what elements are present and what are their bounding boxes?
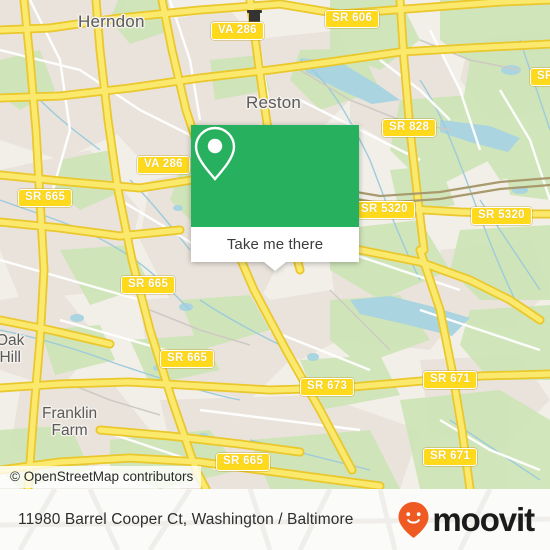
location-pin-icon bbox=[194, 126, 236, 181]
moovit-logo[interactable]: moovit bbox=[397, 501, 535, 539]
route-shield-sr-828[interactable]: SR 828 bbox=[382, 119, 437, 137]
footer-bar: 11980 Barrel Cooper Ct, Washington / Bal… bbox=[0, 489, 550, 550]
route-shield-sr-665-bottom[interactable]: SR 665 bbox=[216, 453, 271, 471]
route-shield-sr-665-center[interactable]: SR 665 bbox=[121, 276, 176, 294]
route-shield-sr-665-left[interactable]: SR 665 bbox=[18, 189, 73, 207]
route-shield-sr-671-lower[interactable]: SR 671 bbox=[423, 448, 478, 466]
route-shield-sr-671-upper[interactable]: SR 671 bbox=[423, 371, 478, 389]
take-me-there-label: Take me there bbox=[226, 236, 324, 253]
route-shield-sr-5320-left[interactable]: SR 5320 bbox=[354, 201, 415, 219]
route-shield-sr-606[interactable]: SR 606 bbox=[325, 10, 380, 28]
route-shield-sr-5320-right[interactable]: SR 5320 bbox=[471, 207, 532, 225]
location-callout-card[interactable]: Take me there bbox=[191, 125, 359, 271]
moovit-wordmark: moovit bbox=[432, 501, 535, 538]
footer-address-text: 11980 Barrel Cooper Ct, Washington / Bal… bbox=[18, 510, 354, 528]
map-canvas[interactable]: Herndon Reston Oak Hill Franklin Farm VA… bbox=[0, 0, 550, 489]
take-me-there-button[interactable]: Take me there bbox=[191, 227, 359, 262]
route-shield-va-286-top[interactable]: VA 286 bbox=[211, 22, 264, 40]
route-shield-sr-665-lower-left[interactable]: SR 665 bbox=[160, 350, 215, 368]
map-screenshot: Herndon Reston Oak Hill Franklin Farm VA… bbox=[0, 0, 550, 550]
route-shield-sr-right-edge[interactable]: SR bbox=[530, 68, 550, 86]
route-shield-sr-673[interactable]: SR 673 bbox=[300, 378, 355, 396]
route-shield-va-286-mid[interactable]: VA 286 bbox=[137, 156, 190, 174]
callout-icon-area bbox=[191, 125, 359, 227]
moovit-smiley-pin-icon bbox=[398, 501, 429, 538]
osm-attribution[interactable]: © OpenStreetMap contributors bbox=[0, 466, 202, 488]
callout-pointer-tail bbox=[264, 262, 286, 271]
